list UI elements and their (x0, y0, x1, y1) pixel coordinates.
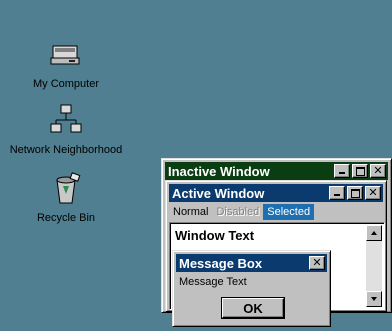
menu-bar: Normal Disabled Selected (169, 203, 315, 221)
active-window-titlebar[interactable]: Active Window ✕ (169, 184, 383, 202)
minimize-button[interactable] (334, 164, 350, 178)
message-text: Message Text (179, 276, 247, 288)
maximize-button[interactable] (352, 164, 368, 178)
message-box-titlebar[interactable]: Message Box ✕ (176, 254, 327, 272)
recycle-bin-icon (49, 172, 83, 206)
message-box[interactable]: Message Box ✕ Message Text OK (172, 250, 331, 327)
inactive-window-titlebar[interactable]: Inactive Window ✕ (165, 162, 388, 180)
active-window-title: Active Window (172, 185, 265, 201)
close-button[interactable]: ✕ (365, 186, 381, 200)
arrow-down-icon (371, 297, 377, 301)
computer-icon (49, 38, 83, 72)
desktop-icon-my-computer[interactable]: My Computer (6, 38, 126, 90)
menu-item-disabled: Disabled (216, 206, 260, 218)
vertical-scrollbar[interactable] (366, 225, 382, 307)
close-button[interactable]: ✕ (309, 256, 325, 270)
maximize-button[interactable] (347, 186, 363, 200)
desktop-icon-label: Recycle Bin (36, 212, 96, 224)
network-icon (49, 104, 83, 138)
desktop-icon-label: Network Neighborhood (9, 144, 123, 156)
message-box-title: Message Box (179, 255, 263, 271)
scroll-up-button[interactable] (366, 225, 382, 241)
inactive-window-title: Inactive Window (168, 163, 270, 179)
arrow-up-icon (371, 231, 377, 235)
menu-item-selected[interactable]: Selected (263, 204, 315, 220)
ok-button[interactable]: OK (222, 298, 284, 318)
desktop-icon-network-neighborhood[interactable]: Network Neighborhood (6, 104, 126, 156)
window-text: Window Text (175, 228, 255, 243)
desktop-icon-recycle-bin[interactable]: Recycle Bin (6, 172, 126, 224)
desktop-icon-label: My Computer (32, 78, 100, 90)
close-button[interactable]: ✕ (370, 164, 386, 178)
menu-item-normal[interactable]: Normal (169, 204, 212, 220)
minimize-button[interactable] (329, 186, 345, 200)
scroll-down-button[interactable] (366, 291, 382, 307)
